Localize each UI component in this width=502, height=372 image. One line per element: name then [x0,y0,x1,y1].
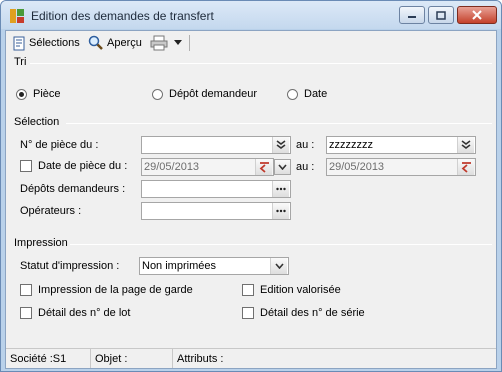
depots-browse-button[interactable] [272,181,289,197]
dialog-window: Edition des demandes de transfert Sélect… [0,0,502,372]
calendar-arrow-icon [259,161,269,173]
toolbar: Sélections Aperçu [6,31,496,53]
selections-button[interactable]: Sélections [12,34,80,52]
document-icon [13,36,25,50]
page-de-garde-checkbox[interactable]: Impression de la page de garde [20,284,193,296]
calendar-arrow-icon [461,161,471,173]
status-attributs: Attributs : [177,352,224,365]
tri-group-label: Tri [14,56,27,68]
double-chevron-down-icon [461,140,471,149]
edition-valorisee-checkbox[interactable]: Edition valorisée [242,284,341,296]
minimize-icon [408,16,416,18]
radio-depot-demandeur[interactable]: Dépôt demandeur [152,88,257,100]
ellipsis-icon [276,187,286,191]
page-de-garde-label: Impression de la page de garde [38,284,193,296]
piece-from-field[interactable] [141,136,291,154]
title-bar[interactable]: Edition des demandes de transfert [1,1,501,29]
impression-group-divider [70,244,492,245]
piece-from-label: N° de pièce du : [20,139,99,151]
caret-down-icon [174,40,182,45]
piece-to-field[interactable]: zzzzzzzz [326,136,476,154]
statut-impression-select[interactable]: Non imprimées [139,257,289,275]
double-chevron-down-icon [276,140,286,149]
app-icon [10,9,24,23]
radio-button-unchecked [287,88,298,100]
statut-impression-value: Non imprimées [142,260,216,272]
operateurs-field[interactable] [141,202,291,220]
checkbox-unchecked [20,284,32,296]
print-dropdown-button[interactable] [174,34,185,52]
radio-date-label: Date [304,88,328,100]
dialog-body: Sélections Aperçu Tri Pièce Dépôt demand… [5,30,497,369]
date-from-dropdown-button[interactable] [274,159,291,175]
piece-to-lookup-button[interactable] [457,137,474,153]
radio-date[interactable]: Date [287,88,327,100]
detail-serie-label: Détail des n° de série [260,307,365,319]
statut-impression-dropdown-button[interactable] [270,258,287,274]
ellipsis-icon [276,209,286,213]
detail-serie-checkbox[interactable]: Détail des n° de série [242,307,365,319]
print-button[interactable] [150,34,171,52]
status-objet: Objet : [91,349,173,368]
checkbox-unchecked [242,284,254,296]
preview-label: Aperçu [107,37,142,49]
selections-label: Sélections [29,37,80,49]
detail-lot-label: Détail des n° de lot [38,307,131,319]
edition-valorisee-label: Edition valorisée [260,284,341,296]
date-to-calendar-button[interactable] [457,159,474,175]
chevron-down-icon [278,164,287,170]
date-from-calendar-button[interactable] [255,159,272,175]
selection-group-label: Sélection [14,116,60,128]
checkbox-unchecked [20,307,32,319]
chevron-down-icon [274,263,284,269]
magnifier-icon [88,35,103,50]
close-button[interactable] [457,6,497,24]
detail-lot-checkbox[interactable]: Détail des n° de lot [20,307,130,319]
date-piece-checkbox[interactable]: Date de pièce du : [20,160,127,172]
piece-to-label: au : [296,139,315,151]
printer-icon [150,35,168,51]
radio-depot-label: Dépôt demandeur [169,88,258,100]
maximize-button[interactable] [428,6,454,24]
date-to-field[interactable]: 29/05/2013 [326,158,476,176]
impression-group-label: Impression [14,237,68,249]
status-societe: Société :S1 [6,349,91,368]
window-title: Edition des demandes de transfert [31,9,214,23]
radio-button-checked [16,88,27,100]
piece-to-value: zzzzzzzz [329,139,373,151]
operateurs-browse-button[interactable] [272,203,289,219]
statut-impression-label: Statut d'impression : [20,260,120,272]
date-from-value: 29/05/2013 [144,161,200,173]
selection-group-divider [66,123,492,124]
radio-button-unchecked [152,88,163,100]
radio-piece[interactable]: Pièce [16,88,61,100]
date-piece-label: Date de pièce du : [38,160,128,172]
minimize-button[interactable] [399,6,425,24]
maximize-icon [436,10,446,20]
close-icon [472,10,482,20]
tri-group-divider [30,63,492,64]
date-to-label: au : [296,161,315,173]
piece-from-lookup-button[interactable] [272,137,289,153]
toolbar-separator [189,35,190,51]
date-to-value: 29/05/2013 [329,161,385,173]
preview-button[interactable]: Aperçu [88,34,142,52]
checkbox-unchecked [242,307,254,319]
depots-label: Dépôts demandeurs : [20,183,126,195]
radio-piece-label: Pièce [33,88,61,100]
operateurs-label: Opérateurs : [20,205,82,217]
depots-field[interactable] [141,180,291,198]
date-from-field[interactable]: 29/05/2013 [141,158,274,176]
checkbox-unchecked [20,160,32,172]
status-bar: Société :S1 Objet : Attributs : [6,348,496,368]
